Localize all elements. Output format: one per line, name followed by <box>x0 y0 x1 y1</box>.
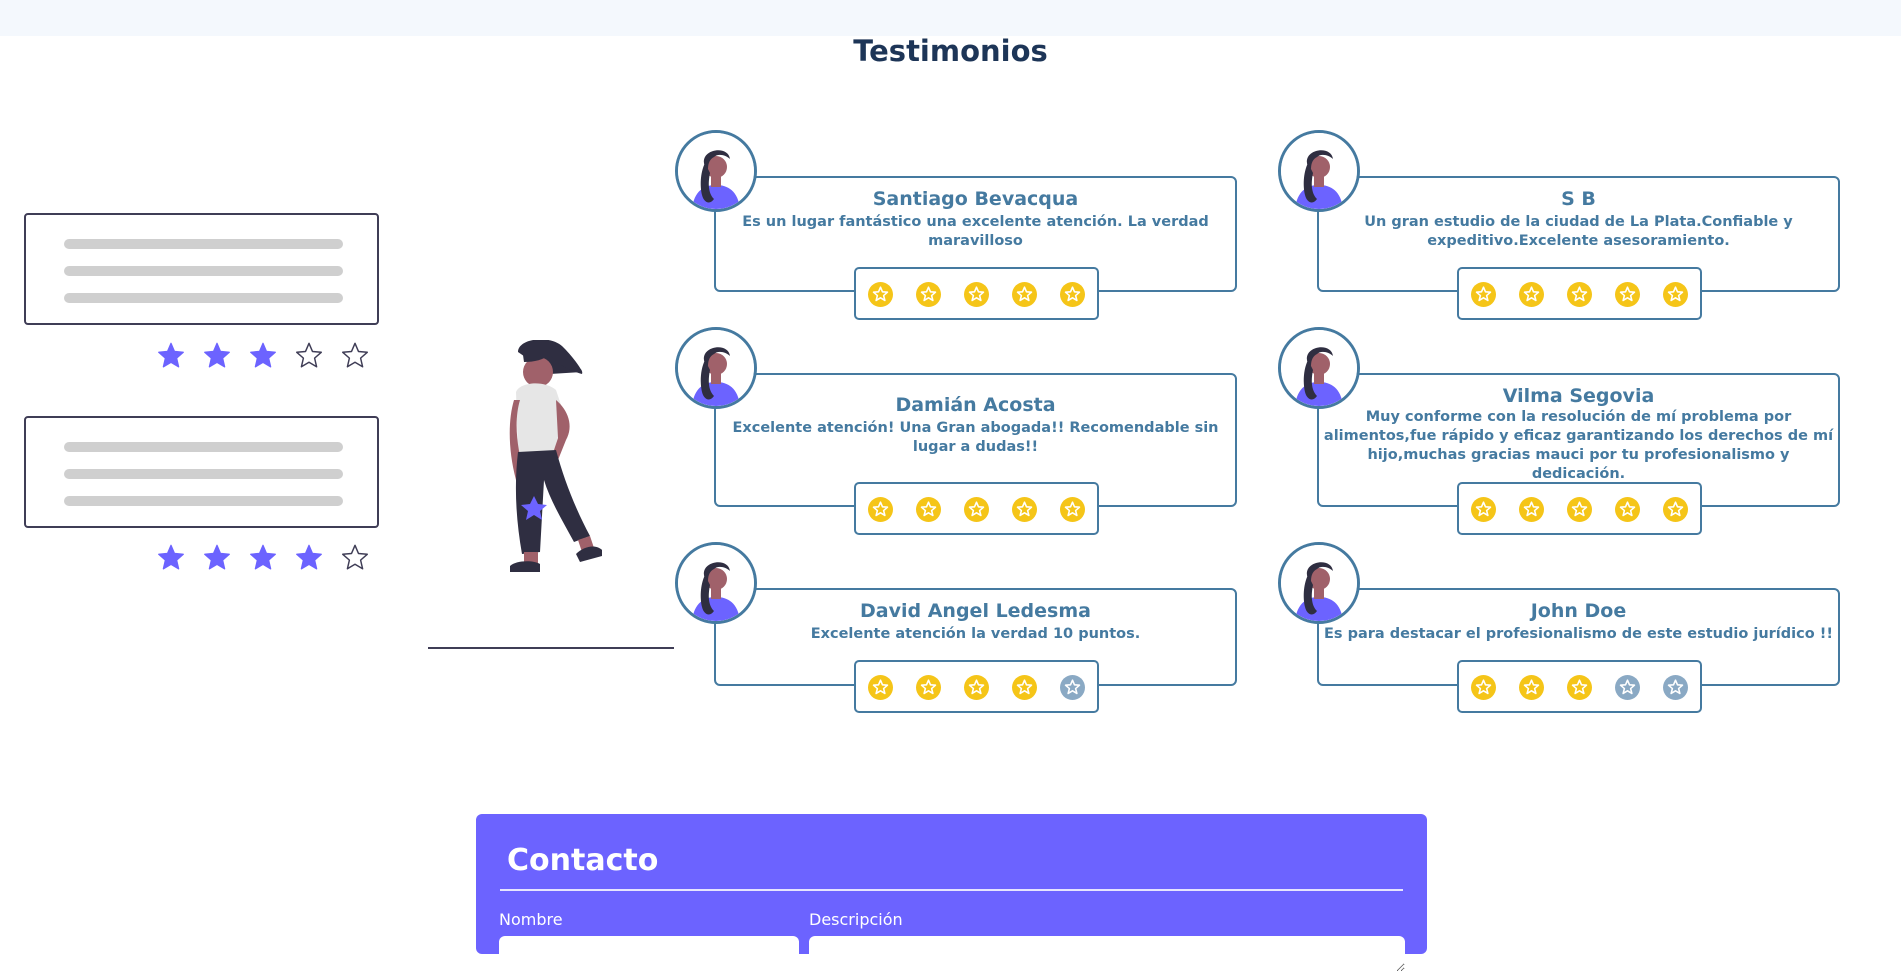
top-nav-bar <box>0 0 1901 36</box>
star-filled-icon <box>964 675 989 700</box>
star-filled-icon <box>1567 497 1592 522</box>
star-empty-icon <box>1663 675 1688 700</box>
star-filled-icon <box>916 675 941 700</box>
testimonial-text: Es para destacar el profesionalismo de e… <box>1324 626 1833 642</box>
description-input[interactable] <box>809 936 1405 972</box>
star-filled-icon <box>158 544 184 570</box>
star-filled-icon <box>964 497 989 522</box>
testimonial-author: Vilma Segovia <box>1502 385 1655 407</box>
star-filled-icon <box>1471 497 1496 522</box>
star-filled-icon <box>1060 497 1085 522</box>
star-rating <box>1457 660 1702 713</box>
testimonial-card: David Angel Ledesma Excelente atención l… <box>675 542 1237 713</box>
star-filled-icon <box>1012 282 1037 307</box>
testimonial-text: Es un lugar fantástico una excelente ate… <box>742 214 1209 249</box>
star-empty-icon <box>342 342 368 368</box>
name-input[interactable] <box>499 936 799 970</box>
star-filled-icon <box>1012 497 1037 522</box>
testimonial-author: David Angel Ledesma <box>860 600 1091 622</box>
star-rating <box>854 660 1099 713</box>
testimonial-card: John Doe Es para destacar el profesional… <box>1278 542 1840 713</box>
contact-form: Contacto Nombre Descripción <box>476 814 1427 972</box>
star-filled-icon <box>868 282 893 307</box>
star-filled-icon <box>158 342 184 368</box>
contact-divider <box>500 889 1403 891</box>
star-filled-icon <box>916 497 941 522</box>
contact-title: Contacto <box>507 843 659 878</box>
star-filled-icon <box>868 675 893 700</box>
testimonial-author: S B <box>1561 188 1596 210</box>
star-filled-icon <box>964 282 989 307</box>
star-empty-icon <box>1060 675 1085 700</box>
star-filled-icon <box>1060 282 1085 307</box>
star-filled-icon <box>1012 675 1037 700</box>
star-filled-icon <box>1519 675 1544 700</box>
star-filled-icon <box>250 544 276 570</box>
illustration-star-rating <box>155 340 375 374</box>
star-rating <box>1457 482 1702 535</box>
testimonial-card: S B Un gran estudio de la ciudad de La P… <box>1278 130 1840 320</box>
star-filled-icon <box>1567 282 1592 307</box>
star-filled-icon <box>250 342 276 368</box>
star-filled-icon <box>296 544 322 570</box>
star-filled-icon <box>1567 675 1592 700</box>
testimonial-text: Muy conforme con la resolución de mí pro… <box>1323 409 1834 482</box>
star-filled-icon <box>1471 675 1496 700</box>
star-filled-icon <box>868 497 893 522</box>
star-empty-icon <box>296 342 322 368</box>
testimonial-text: Un gran estudio de la ciudad de La Plata… <box>1364 214 1793 249</box>
description-label: Descripción <box>809 910 903 929</box>
star-filled-icon <box>1519 282 1544 307</box>
testimonial-card: Damián Acosta Excelente atención! Una Gr… <box>675 327 1237 537</box>
star-filled-icon <box>916 282 941 307</box>
testimonial-author: Santiago Bevacqua <box>872 188 1079 210</box>
star-filled-icon <box>1471 282 1496 307</box>
illustration-star-rating <box>155 542 375 576</box>
testimonial-card: Santiago Bevacqua Es un lugar fantástico… <box>675 130 1237 320</box>
star-filled-icon <box>204 342 230 368</box>
testimonial-author: John Doe <box>1530 600 1627 622</box>
testimonial-text: Excelente atención! Una Gran abogada!! R… <box>732 420 1219 455</box>
star-filled-icon <box>1519 497 1544 522</box>
star-empty-icon <box>342 544 368 570</box>
star-filled-icon <box>1615 497 1640 522</box>
star-rating <box>854 267 1099 320</box>
illustration-review-card <box>24 213 379 325</box>
star-empty-icon <box>1615 675 1640 700</box>
name-label: Nombre <box>499 910 563 929</box>
star-filled-icon <box>1663 282 1688 307</box>
star-rating <box>1457 267 1702 320</box>
testimonial-card: Vilma Segovia Muy conforme con la resolu… <box>1278 327 1840 537</box>
testimonial-text: Excelente atención la verdad 10 puntos. <box>810 626 1141 642</box>
section-title: Testimonios <box>853 34 1048 68</box>
walking-woman-illustration <box>509 340 602 572</box>
illustration-review-card <box>24 416 379 528</box>
star-rating <box>854 482 1099 535</box>
star-filled-icon <box>204 544 230 570</box>
star-filled-icon <box>1663 497 1688 522</box>
star-filled-icon <box>1615 282 1640 307</box>
testimonial-author: Damián Acosta <box>895 394 1056 416</box>
